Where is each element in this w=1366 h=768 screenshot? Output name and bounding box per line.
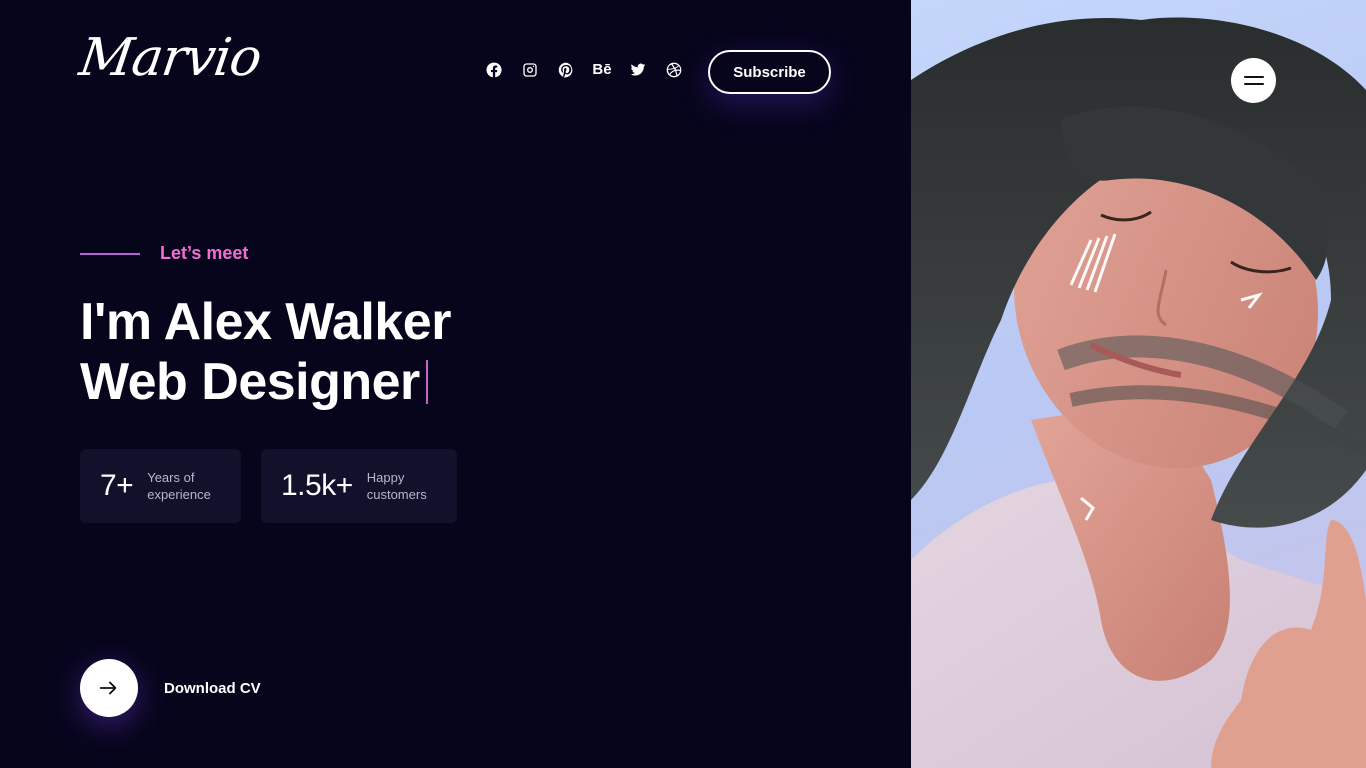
dribbble-icon[interactable] [665,61,683,79]
subscribe-button[interactable]: Subscribe [708,50,831,94]
arrow-right-icon [99,681,117,695]
typing-cursor [425,360,428,404]
pinterest-icon[interactable] [557,61,575,79]
facebook-icon[interactable] [485,61,503,79]
headline-name: I'm Alex Walker [80,293,451,351]
stat-label: Happy customers [367,469,427,503]
download-cv: Download CV [80,659,261,717]
social-links: Bē [485,61,683,79]
hamburger-line [1243,76,1264,78]
hero-headline: I'm Alex Walker Web Designer [80,292,451,412]
stat-label-line1: Years of [147,470,195,485]
menu-button[interactable] [1231,58,1276,103]
stat-label: Years of experience [147,469,211,503]
stat-number: 7+ [100,469,134,502]
instagram-icon[interactable] [521,61,539,79]
behance-icon[interactable]: Bē [592,61,611,79]
download-cv-label[interactable]: Download CV [164,680,261,697]
headline-role-row: Web Designer [80,352,451,412]
stat-card-customers: 1.5k+ Happy customers [261,449,457,523]
hero-left-panel: Marvio Bē Subscribe Let’s meet I'm Alex … [0,0,911,768]
stats-row: 7+ Years of experience 1.5k+ Happy custo… [80,449,457,523]
twitter-icon[interactable] [629,61,647,79]
stat-label-line1: Happy [366,470,405,485]
hamburger-line [1243,83,1264,85]
stat-label-line2: customers [366,487,427,502]
stat-card-experience: 7+ Years of experience [80,449,241,523]
eyebrow-text: Let’s meet [160,243,249,263]
stat-number: 1.5k+ [281,469,353,502]
eyebrow-divider [80,252,140,255]
headline-role: Web Designer [80,353,420,411]
section-eyebrow: Let’s meet [80,243,248,264]
stat-label-line2: experience [147,487,211,502]
portrait-photo [911,0,1366,768]
brand-logo[interactable]: Marvio [76,28,265,88]
download-cv-button[interactable] [80,659,138,717]
portrait-illustration [911,17,1366,768]
